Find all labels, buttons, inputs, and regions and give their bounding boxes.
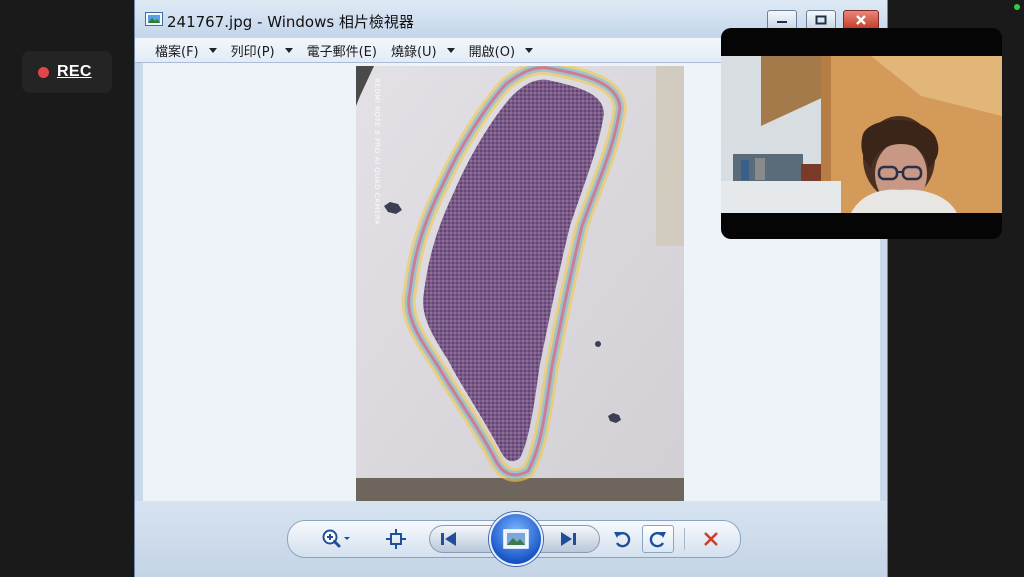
- rotate-clockwise-icon: [649, 532, 666, 548]
- participant-video[interactable]: [721, 28, 1002, 239]
- rec-label: REC: [57, 63, 92, 80]
- rotate-counterclockwise-icon: [614, 532, 631, 548]
- toolbar-separator: [684, 528, 685, 550]
- dropdown-arrow-icon: [208, 47, 217, 53]
- dropdown-arrow-icon: [446, 47, 455, 53]
- delete-icon: [704, 532, 718, 546]
- menu-burn-label: 燒錄(U): [390, 44, 437, 60]
- displayed-photo: REDMI NOTE 8 PRO AI QUAD CAMERA: [356, 66, 684, 501]
- maximize-button[interactable]: [806, 10, 836, 30]
- menu-burn[interactable]: 燒錄(U): [391, 41, 455, 60]
- taiwan-map-drawing: [356, 66, 684, 501]
- viewer-toolbar: [287, 512, 741, 566]
- menu-open-label: 開啟(O): [468, 44, 516, 60]
- dropdown-arrow-icon: [525, 47, 534, 53]
- actual-size-icon: [386, 529, 406, 549]
- menu-print-label: 列印(P): [230, 44, 275, 60]
- menu-file[interactable]: 檔案(F): [155, 41, 217, 60]
- minimize-icon: [777, 21, 787, 23]
- camera-watermark: REDMI NOTE 8 PRO AI QUAD CAMERA: [373, 78, 381, 226]
- menu-email-label: 電子郵件(E): [306, 44, 377, 60]
- rotate-left-button[interactable]: [608, 521, 636, 557]
- zoom-icon: [322, 529, 350, 548]
- slideshow-button[interactable]: [489, 512, 543, 566]
- connection-status-icon: [1014, 4, 1020, 10]
- rotate-right-button[interactable]: [642, 525, 674, 553]
- delete-button[interactable]: [696, 521, 726, 557]
- recording-indicator[interactable]: REC: [22, 51, 112, 93]
- close-button[interactable]: [843, 10, 879, 30]
- slideshow-icon: [503, 529, 529, 549]
- previous-icon: [441, 532, 456, 546]
- record-dot-icon: [38, 66, 49, 78]
- actual-size-button[interactable]: [382, 521, 410, 557]
- window-title: 241767.jpg - Windows 相片檢視器: [167, 13, 414, 31]
- menu-file-label: 檔案(F): [155, 44, 199, 60]
- menu-print[interactable]: 列印(P): [231, 41, 293, 60]
- photo-viewer-app-icon: [145, 12, 163, 26]
- webcam-feed: [721, 56, 1002, 213]
- menu-email[interactable]: 電子郵件(E): [307, 41, 377, 60]
- dropdown-arrow-icon: [284, 47, 293, 53]
- minimize-button[interactable]: [767, 10, 797, 30]
- close-icon: [856, 15, 866, 25]
- zoom-button[interactable]: [316, 521, 356, 557]
- restore-icon: [815, 15, 827, 25]
- menu-open[interactable]: 開啟(O): [468, 41, 534, 60]
